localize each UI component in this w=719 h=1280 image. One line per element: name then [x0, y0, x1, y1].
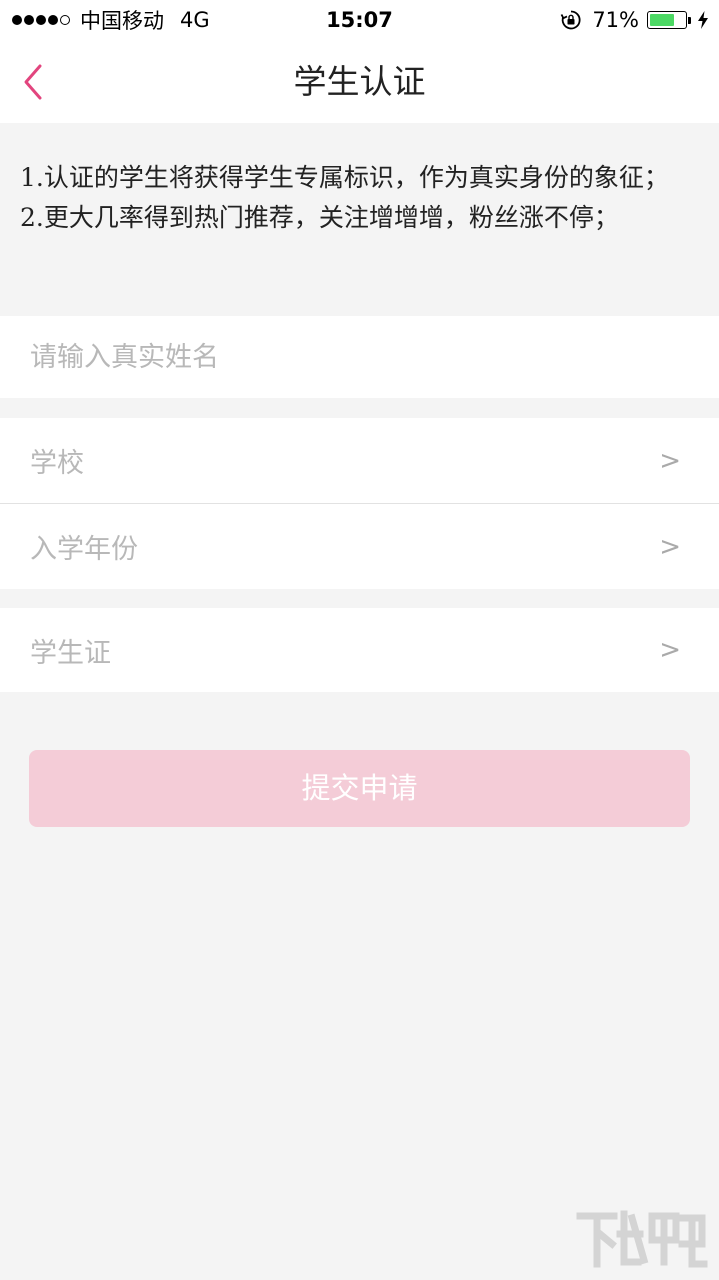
submit-button[interactable]: 提交申请	[29, 750, 690, 827]
charging-bolt-icon	[698, 11, 708, 29]
enrollment-year-row[interactable]: 入学年份 >	[0, 504, 719, 589]
page-title: 学生认证	[293, 62, 426, 101]
student-card-arrow-icon: >	[659, 635, 681, 665]
school-arrow-icon: >	[659, 445, 681, 476]
enrollment-year-arrow-icon: >	[659, 531, 681, 562]
school-row[interactable]: 学校 >	[0, 418, 719, 503]
info-line-1: 1.认证的学生将获得学生专属标识，作为真实身份的象征；	[20, 163, 669, 192]
back-button[interactable]	[16, 60, 56, 104]
chevron-left-icon	[24, 64, 42, 100]
battery-icon	[647, 11, 687, 29]
info-text: 1.认证的学生将获得学生专属标识，作为真实身份的象征； 2.更大几率得到热门推荐…	[20, 158, 700, 238]
status-bar: 中国移动 4G 15:07 71%	[0, 0, 719, 40]
student-card-label: 学生证	[30, 637, 111, 669]
status-bar-right: 71%	[560, 0, 709, 40]
battery-cap	[688, 16, 691, 24]
info-line-2: 2.更大几率得到热门推荐，关注增增增，粉丝涨不停；	[20, 203, 619, 232]
battery-fill	[650, 14, 675, 26]
enrollment-year-label: 入学年份	[30, 534, 138, 565]
battery-percent: 71%	[592, 8, 639, 32]
watermark-logo	[576, 1210, 708, 1268]
real-name-input[interactable]	[30, 316, 690, 398]
rotation-lock-icon	[561, 10, 581, 30]
nav-bar: 学生认证	[0, 40, 719, 123]
name-row	[0, 316, 719, 398]
student-card-row[interactable]: 学生证 >	[0, 608, 719, 692]
school-label: 学校	[30, 448, 84, 479]
screen: 中国移动 4G 15:07 71% 学生认证 1.认证的学生将获得学生专属标识，…	[0, 0, 719, 1280]
